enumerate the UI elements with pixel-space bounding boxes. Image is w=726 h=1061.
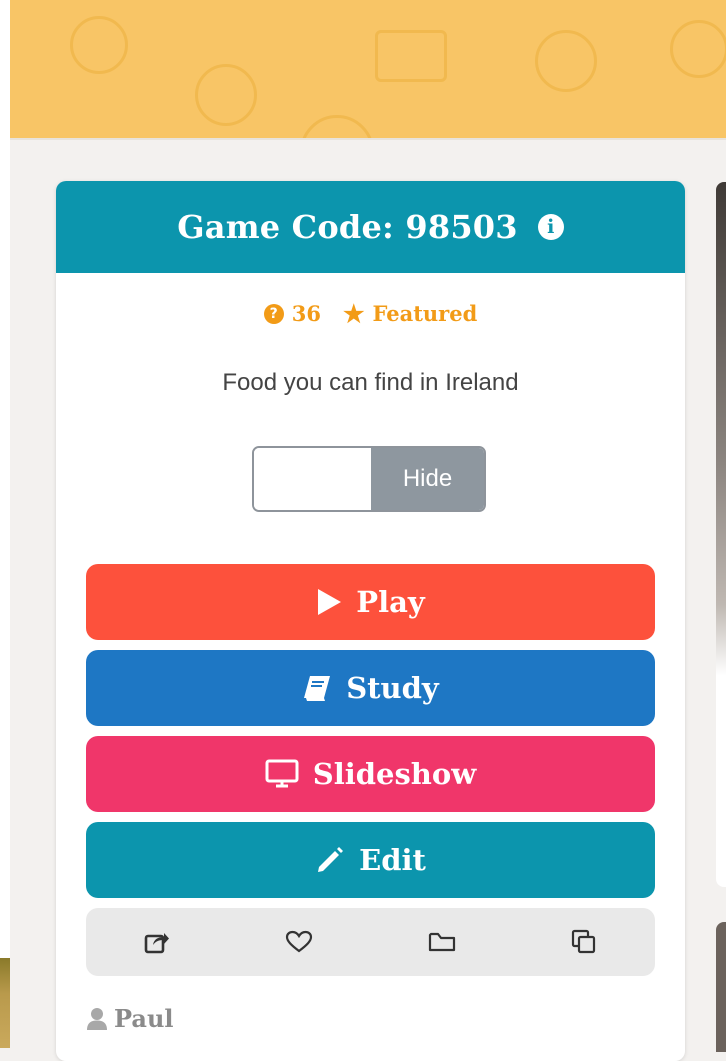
slideshow-label: Slideshow — [312, 757, 477, 791]
play-icon — [318, 589, 342, 615]
card-header: Game Code: 98503 i — [56, 181, 685, 273]
info-icon[interactable]: i — [537, 214, 564, 240]
smiley-doodle — [70, 16, 128, 74]
user-icon — [87, 1007, 107, 1030]
game-description: Food you can find in Ireland — [222, 369, 519, 396]
folder-icon[interactable] — [428, 931, 456, 953]
left-edge-image — [0, 958, 10, 1048]
star-icon: ★ — [342, 298, 365, 328]
question-count: 36 — [291, 301, 321, 326]
game-meta: ? 36 ★ Featured — [56, 301, 685, 326]
play-label: Play — [356, 585, 425, 619]
adjacent-card[interactable] — [716, 182, 726, 887]
circle-doodle — [300, 115, 374, 138]
left-edge — [0, 0, 10, 1048]
pencil-icon — [318, 847, 344, 872]
author-name: Paul — [114, 1004, 174, 1033]
adjacent-card[interactable] — [716, 922, 726, 1052]
play-doodle — [535, 30, 597, 92]
copy-icon[interactable] — [571, 929, 597, 955]
edit-button[interactable]: Edit — [86, 822, 655, 898]
featured-label: Featured — [372, 301, 478, 326]
book-icon — [304, 676, 331, 701]
visibility-toggle[interactable]: Hide — [252, 446, 486, 512]
book-doodle — [375, 30, 447, 82]
toggle-thumb — [254, 448, 371, 510]
action-bar — [86, 908, 655, 976]
monitor-icon — [265, 759, 299, 788]
share-icon[interactable] — [144, 930, 170, 954]
smiley-doodle — [670, 20, 726, 78]
edit-label: Edit — [359, 843, 426, 877]
study-label: Study — [346, 671, 439, 705]
play-button[interactable]: Play — [86, 564, 655, 640]
study-button[interactable]: Study — [86, 650, 655, 726]
heart-icon[interactable] — [285, 930, 313, 954]
slideshow-button[interactable]: Slideshow — [86, 736, 655, 812]
toggle-label: Hide — [371, 448, 484, 510]
header-banner — [10, 0, 726, 140]
author[interactable]: Paul — [86, 1004, 174, 1033]
play-doodle — [195, 64, 257, 126]
game-code-title: Game Code: 98503 — [177, 208, 518, 246]
game-card: Game Code: 98503 i ? 36 ★ Featured Food … — [56, 181, 685, 1061]
question-circle-icon: ? — [263, 303, 284, 324]
